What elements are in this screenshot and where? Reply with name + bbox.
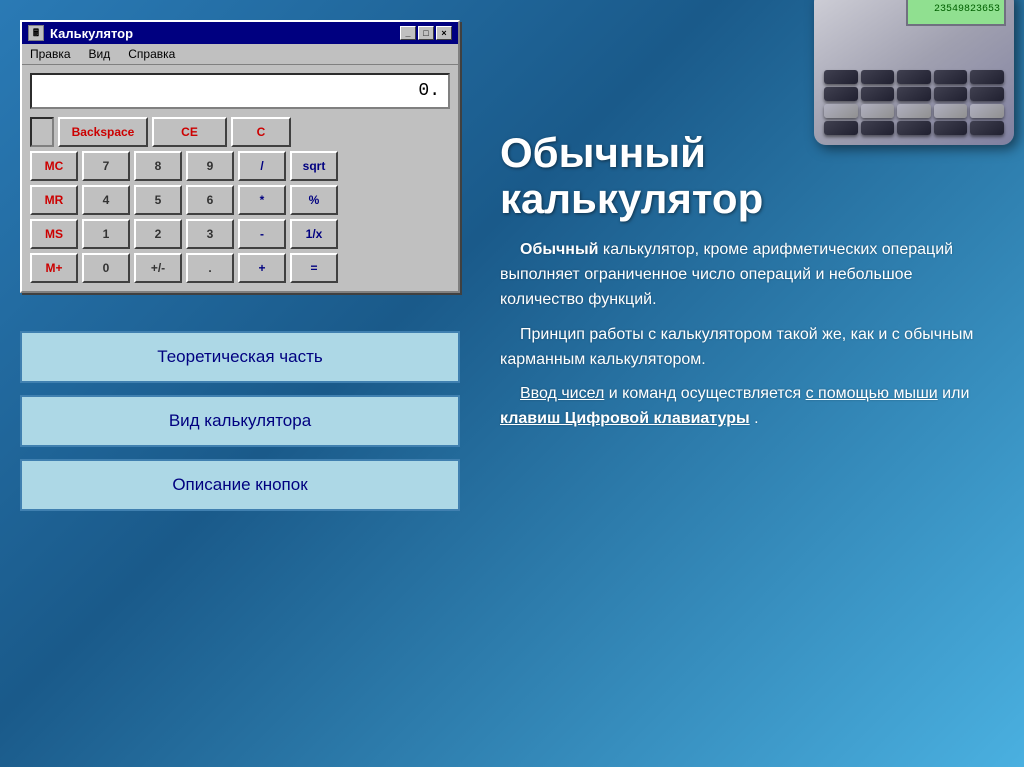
negate-button[interactable]: +/- (134, 253, 182, 283)
minimize-button[interactable]: _ (400, 26, 416, 40)
calculator-display: 0. (30, 73, 450, 109)
img-btn-7 (861, 87, 895, 101)
subtract-button[interactable]: - (238, 219, 286, 249)
calculator-screen: 23549823653 (906, 0, 1006, 26)
calculator-body: 0. Backspace CE C MC 7 8 9 / sqrt (22, 65, 458, 291)
equals-button[interactable]: = (290, 253, 338, 283)
button-row-0: Backspace CE C (30, 117, 450, 147)
btn-2[interactable]: 2 (134, 219, 182, 249)
reciprocal-button[interactable]: 1/x (290, 219, 338, 249)
btn-0[interactable]: 0 (82, 253, 130, 283)
img-btn-17 (861, 121, 895, 135)
menu-view[interactable]: Вид (85, 46, 115, 62)
img-btn-14 (934, 104, 968, 118)
btn-4[interactable]: 4 (82, 185, 130, 215)
paragraph-2-text: Принцип работы с калькулятором такой же,… (500, 326, 973, 368)
multiply-button[interactable]: * (238, 185, 286, 215)
img-btn-8 (897, 87, 931, 101)
img-btn-11 (824, 104, 858, 118)
ms-button[interactable]: MS (30, 219, 78, 249)
paragraph-3: Ввод чисел и команд осуществляется с пом… (500, 382, 994, 432)
btn-5[interactable]: 5 (134, 185, 182, 215)
decimal-button[interactable]: . (186, 253, 234, 283)
sqrt-button[interactable]: sqrt (290, 151, 338, 181)
button-row-4: M+ 0 +/- . + = (30, 253, 450, 283)
img-btn-18 (897, 121, 931, 135)
img-btn-13 (897, 104, 931, 118)
calculator-image: 23549823653 (814, 0, 1014, 150)
img-btn-3 (897, 70, 931, 84)
paragraph-1: Обычный калькулятор, кроме арифметически… (500, 238, 994, 312)
calculator-buttons: Backspace CE C MC 7 8 9 / sqrt MR 4 (30, 117, 450, 283)
nav-theory-button[interactable]: Теоретическая часть (20, 331, 460, 383)
paragraph-3-text-3: . (754, 410, 758, 427)
btn-3[interactable]: 3 (186, 219, 234, 249)
menu-edit[interactable]: Правка (26, 46, 75, 62)
img-btn-15 (970, 104, 1004, 118)
calculator-image-buttons (824, 70, 1004, 135)
paragraph-3-text-1: и команд осуществляется (609, 385, 806, 402)
btn-8[interactable]: 8 (134, 151, 182, 181)
img-btn-20 (970, 121, 1004, 135)
img-btn-4 (934, 70, 968, 84)
mc-button[interactable]: MC (30, 151, 78, 181)
left-panel: 🖩 Калькулятор _ □ × Правка Вид Справка 0… (0, 0, 490, 767)
mplus-button[interactable]: M+ (30, 253, 78, 283)
img-btn-9 (934, 87, 968, 101)
img-btn-12 (861, 104, 895, 118)
calculator-window: 🖩 Калькулятор _ □ × Правка Вид Справка 0… (20, 20, 460, 293)
link-vvod-chisel[interactable]: Ввод чисел (520, 385, 604, 402)
close-button[interactable]: × (436, 26, 452, 40)
nav-buttons-desc-button[interactable]: Описание кнопок (20, 459, 460, 511)
right-panel: 23549823653 (490, 0, 1024, 767)
btn-6[interactable]: 6 (186, 185, 234, 215)
maximize-button[interactable]: □ (418, 26, 434, 40)
paragraph-2: Принцип работы с калькулятором такой же,… (500, 323, 994, 373)
img-btn-6 (824, 87, 858, 101)
nav-view-button[interactable]: Вид калькулятора (20, 395, 460, 447)
img-btn-10 (970, 87, 1004, 101)
bold-word-obichny: Обычный (520, 241, 598, 258)
menubar: Правка Вид Справка (22, 44, 458, 65)
window-title: Калькулятор (50, 26, 133, 41)
titlebar-left: 🖩 Калькулятор (28, 25, 133, 41)
paragraph-3-text-2: или (942, 385, 969, 402)
img-btn-16 (824, 121, 858, 135)
link-s-pomoshchyu-myshi[interactable]: с помощью мыши (806, 385, 938, 402)
description: Обычный калькулятор, кроме арифметически… (500, 238, 994, 442)
link-klavish-cifrovoy[interactable]: клавиш Цифровой клавиатуры (500, 410, 750, 427)
btn-9[interactable]: 9 (186, 151, 234, 181)
mr-button[interactable]: MR (30, 185, 78, 215)
checkbox-button[interactable] (30, 117, 54, 147)
img-btn-2 (861, 70, 895, 84)
backspace-button[interactable]: Backspace (58, 117, 148, 147)
calculator-render: 23549823653 (814, 0, 1014, 145)
btn-1[interactable]: 1 (82, 219, 130, 249)
main-title-line2: калькулятор (500, 176, 994, 222)
img-btn-1 (824, 70, 858, 84)
percent-button[interactable]: % (290, 185, 338, 215)
btn-7[interactable]: 7 (82, 151, 130, 181)
button-row-1: MC 7 8 9 / sqrt (30, 151, 450, 181)
add-button[interactable]: + (238, 253, 286, 283)
button-row-2: MR 4 5 6 * % (30, 185, 450, 215)
menu-help[interactable]: Справка (124, 46, 179, 62)
button-row-3: MS 1 2 3 - 1/x (30, 219, 450, 249)
titlebar-buttons[interactable]: _ □ × (400, 26, 452, 40)
ce-button[interactable]: CE (152, 117, 227, 147)
titlebar: 🖩 Калькулятор _ □ × (22, 22, 458, 44)
img-btn-19 (934, 121, 968, 135)
nav-buttons-container: Теоретическая часть Вид калькулятора Опи… (20, 331, 460, 511)
divide-button[interactable]: / (238, 151, 286, 181)
img-btn-5 (970, 70, 1004, 84)
c-button[interactable]: C (231, 117, 291, 147)
titlebar-icon: 🖩 (28, 25, 44, 41)
